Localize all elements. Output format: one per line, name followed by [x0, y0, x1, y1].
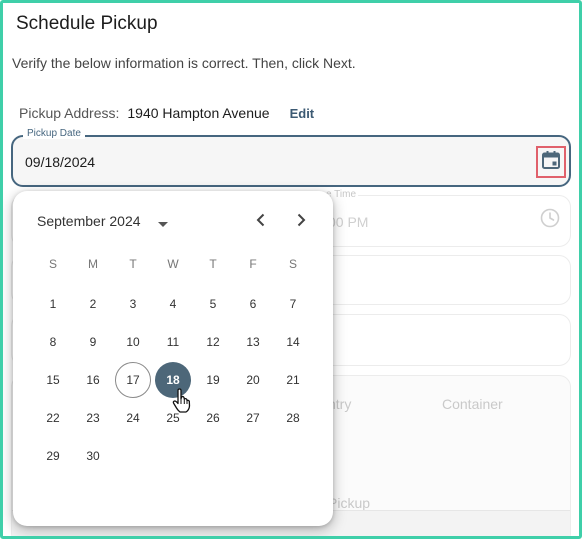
chevron-right-icon [295, 213, 307, 232]
calendar-day[interactable]: 3 [115, 286, 151, 322]
calendar-day[interactable]: 4 [155, 286, 191, 322]
page-title: Schedule Pickup [16, 13, 158, 34]
calendar-day[interactable]: 12 [195, 324, 231, 360]
calendar-day[interactable]: 2 [75, 286, 111, 322]
calendar-day[interactable]: 8 [35, 324, 71, 360]
calendar-day[interactable]: 23 [75, 400, 111, 436]
pickup-time-value: 00 PM [328, 214, 369, 230]
calendar-day[interactable]: 6 [235, 286, 271, 322]
calendar-day[interactable]: 19 [195, 362, 231, 398]
pickup-section-label: Pickup [328, 495, 371, 511]
app-frame: Schedule Pickup Verify the below informa… [0, 0, 582, 539]
calendar-day[interactable]: 25 [155, 400, 191, 436]
caret-down-icon[interactable] [156, 217, 170, 227]
pickup-address-value: 1940 Hampton Avenue [127, 105, 270, 121]
weekday-label: S [288, 257, 297, 271]
calendar-day[interactable]: 13 [235, 324, 271, 360]
calendar-day-selected[interactable]: 18 [155, 362, 191, 398]
weekday-label: F [249, 257, 257, 271]
open-calendar-button[interactable] [536, 146, 566, 178]
previous-month-button[interactable] [249, 211, 273, 233]
weekday-label: W [167, 257, 179, 271]
weekday-label: T [129, 257, 137, 271]
pickup-date-field[interactable]: Pickup Date 09/18/2024 [11, 128, 571, 187]
calendar-day[interactable]: 15 [35, 362, 71, 398]
calendar-day[interactable]: 29 [35, 438, 71, 474]
chevron-left-icon [255, 213, 267, 232]
calendar-day[interactable]: 22 [35, 400, 71, 436]
edit-address-link[interactable]: Edit [290, 106, 315, 121]
weekday-label: S [48, 257, 57, 271]
calendar-day[interactable]: 1 [35, 286, 71, 322]
calendar-day[interactable]: 27 [235, 400, 271, 436]
pickup-date-label: Pickup Date [23, 128, 85, 139]
pickup-address-label: Pickup Address: [19, 105, 120, 121]
next-month-button[interactable] [289, 211, 313, 233]
pickup-date-value[interactable]: 09/18/2024 [25, 154, 95, 170]
calendar-day[interactable]: 24 [115, 400, 151, 436]
calendar-day[interactable]: 7 [275, 286, 311, 322]
weekday-label: T [209, 257, 217, 271]
clock-icon[interactable] [540, 208, 560, 233]
calendar-day[interactable]: 10 [115, 324, 151, 360]
column-container-header: Container [442, 396, 503, 412]
calendar-day[interactable]: 16 [75, 362, 111, 398]
calendar-month-year[interactable]: September 2024 [37, 213, 141, 229]
pickup-address-row: Pickup Address: 1940 Hampton Avenue Edit [19, 105, 314, 121]
calendar-day[interactable]: 30 [75, 438, 111, 474]
calendar-day[interactable]: 11 [155, 324, 191, 360]
instructions-text: Verify the below information is correct.… [12, 55, 356, 71]
calendar-day[interactable]: 17 [115, 362, 151, 398]
calendar-day[interactable]: 9 [75, 324, 111, 360]
weekday-label: M [88, 257, 98, 271]
calendar-day[interactable]: 28 [275, 400, 311, 436]
calendar-icon [541, 150, 561, 175]
calendar-day[interactable]: 26 [195, 400, 231, 436]
calendar-day[interactable]: 21 [275, 362, 311, 398]
calendar-day[interactable]: 20 [235, 362, 271, 398]
calendar-day[interactable]: 5 [195, 286, 231, 322]
calendar-day[interactable]: 14 [275, 324, 311, 360]
date-picker-popup: September 2024 SMTWTFS 1 2 3 4 5 6 7 8 9 10 11 12 13… [13, 191, 333, 526]
